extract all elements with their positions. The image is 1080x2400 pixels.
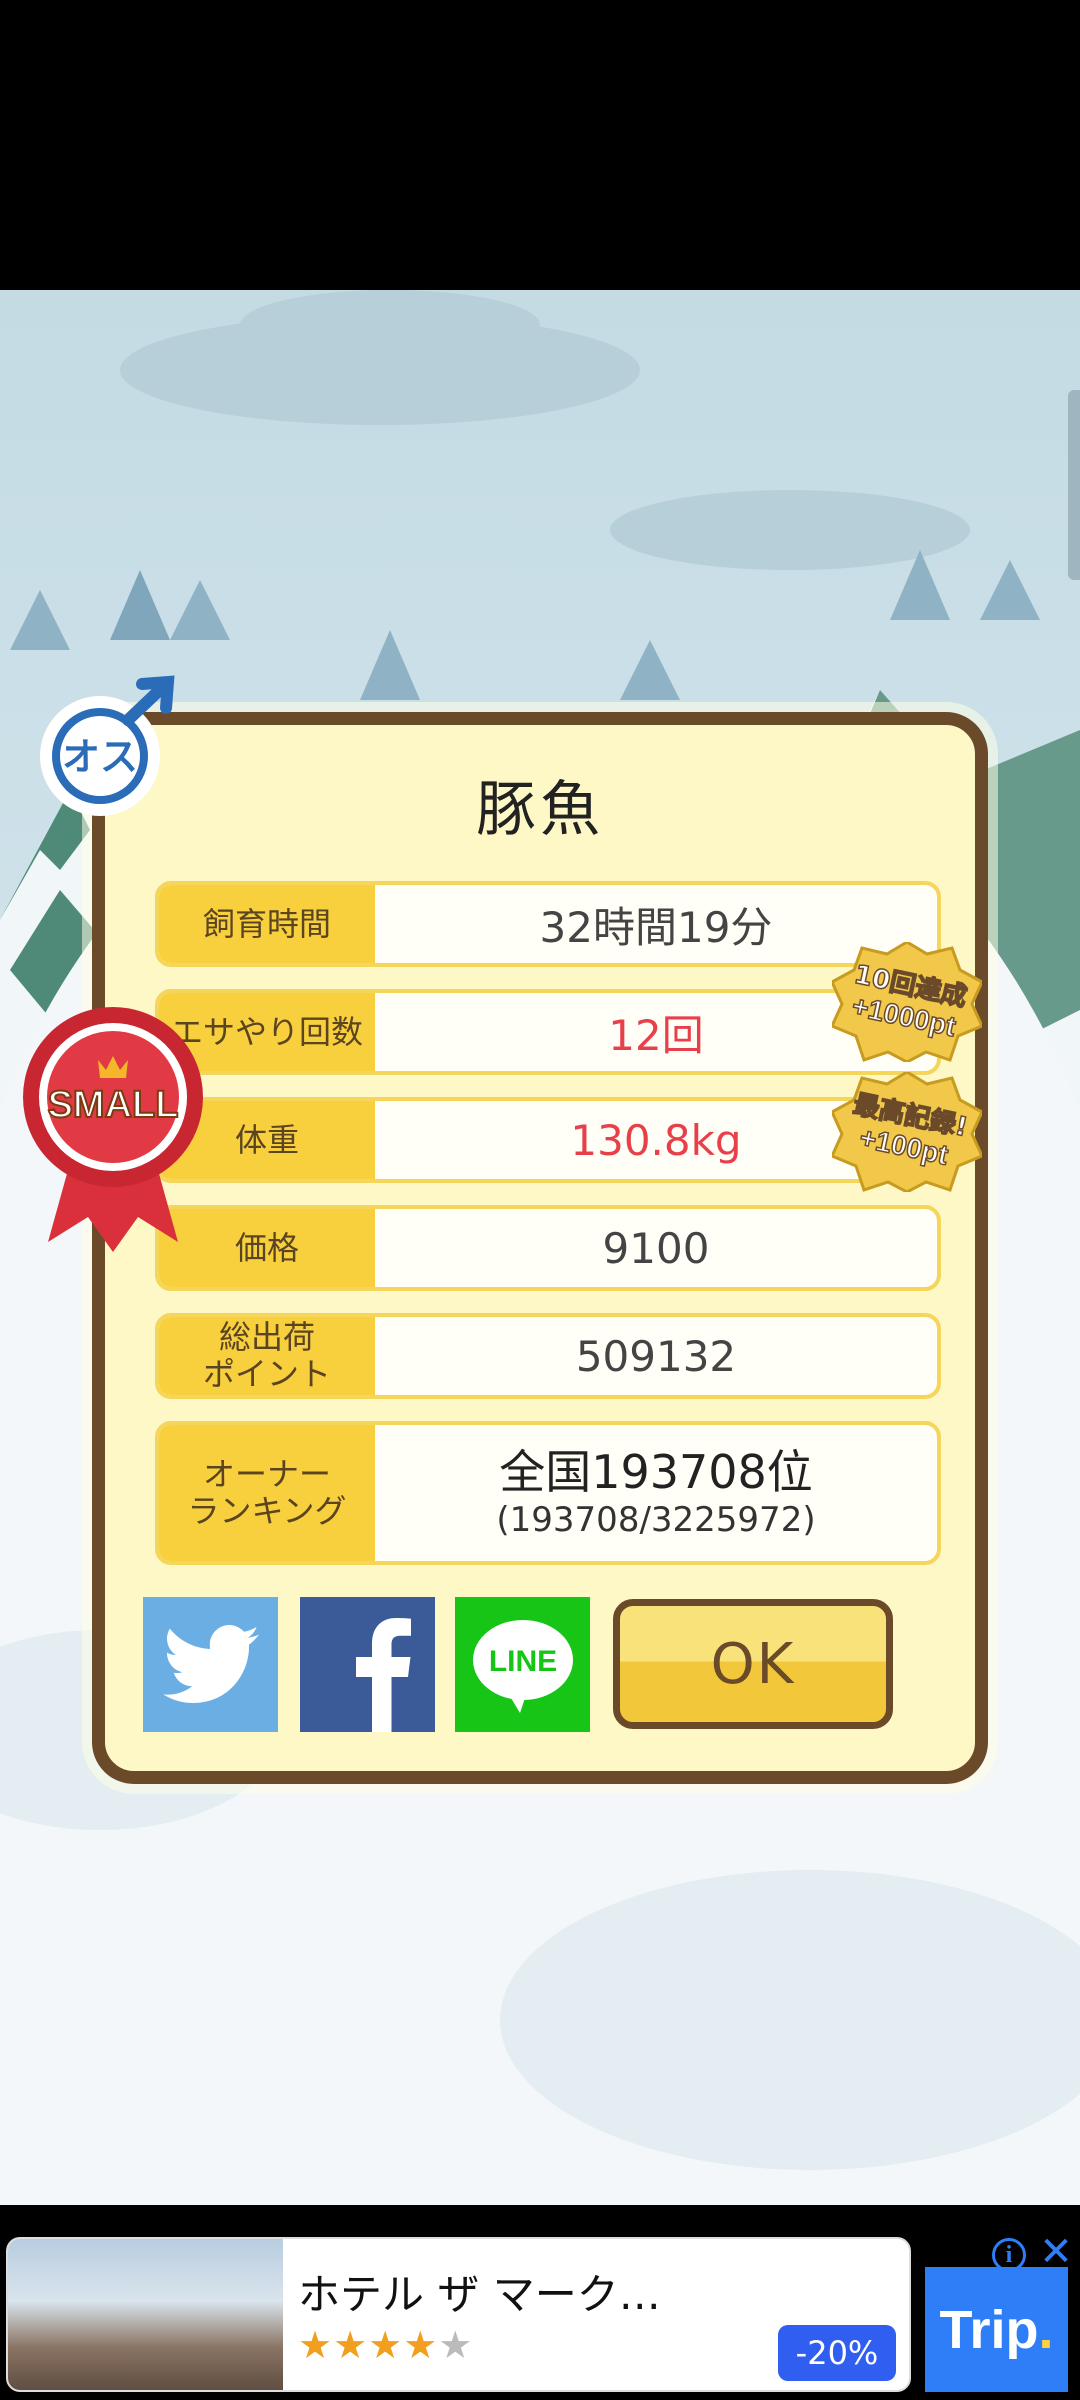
- ok-button[interactable]: OK: [613, 1599, 893, 1729]
- bonus-badge-feeding: 10回達成 +1000pt: [832, 942, 982, 1062]
- row-value: 9100: [602, 1223, 710, 1273]
- row-label: 飼育時間: [159, 885, 375, 963]
- info-row-owner-ranking: オーナー ランキング 全国193708位 (193708/3225972): [155, 1421, 941, 1565]
- line-share-button[interactable]: LINE: [455, 1597, 590, 1732]
- ad-banner: ホテル ザ マーク… ★★★★★ -20% Trip.: [0, 2205, 1080, 2400]
- ad-hotel-image: [8, 2239, 283, 2390]
- stars-filled: ★★★★: [298, 2323, 439, 2367]
- gender-label: オス: [62, 735, 138, 779]
- side-scroll-handle[interactable]: [1068, 390, 1080, 580]
- ranking-main: 全国193708位: [499, 1445, 813, 1499]
- result-dialog: 豚魚 飼育時間 32時間19分 エサやり回数 12回 体重 130.8kg 価格…: [92, 712, 988, 1784]
- ad-title: ホテル ザ マーク…: [298, 2270, 661, 2319]
- ribbon-label: SMALL: [48, 1084, 179, 1126]
- twitter-share-button[interactable]: [143, 1597, 278, 1732]
- info-row-weight: 体重 130.8kg: [155, 1097, 941, 1183]
- row-label: オーナー ランキング: [159, 1425, 375, 1561]
- male-symbol-icon: [122, 675, 175, 726]
- male-gender-badge: オス: [40, 675, 175, 816]
- size-ribbon-small: SMALL: [23, 1007, 203, 1252]
- bonus-badge-record: 最高記録! +100pt: [832, 1072, 982, 1192]
- facebook-share-button[interactable]: [300, 1597, 435, 1732]
- ad-discount-badge: -20%: [778, 2325, 896, 2381]
- status-bar-area: [0, 0, 1080, 290]
- ad-close-icon[interactable]: ✕: [1036, 2232, 1076, 2272]
- info-row-breeding-time: 飼育時間 32時間19分: [155, 881, 941, 967]
- facebook-f-icon: [356, 1618, 411, 1732]
- row-label: 総出荷 ポイント: [159, 1317, 375, 1395]
- twitter-bird-icon: [162, 1624, 259, 1703]
- ranking-sub: (193708/3225972): [496, 1500, 816, 1541]
- ad-card[interactable]: ホテル ザ マーク… ★★★★★ -20%: [6, 2237, 911, 2392]
- ad-logo-dot: .: [1038, 2299, 1054, 2360]
- line-logo-text: LINE: [488, 1645, 556, 1678]
- fish-name-title: 豚魚: [476, 775, 604, 845]
- ranking-value: 全国193708位 (193708/3225972): [375, 1425, 937, 1561]
- row-value: 509132: [575, 1331, 737, 1381]
- ad-rating-stars: ★★★★★: [298, 2323, 473, 2367]
- cloud: [240, 290, 540, 360]
- line-bubble-icon: LINE: [472, 1619, 573, 1713]
- ad-info-icon[interactable]: i: [992, 2238, 1026, 2272]
- ad-brand-logo[interactable]: Trip.: [925, 2267, 1068, 2392]
- info-row-feeding-count: エサやり回数 12回: [155, 989, 941, 1075]
- stars-empty: ★: [438, 2323, 474, 2367]
- info-row-total-points: 総出荷 ポイント 509132: [155, 1313, 941, 1399]
- info-row-price: 価格 9100: [155, 1205, 941, 1291]
- ad-logo-text: Trip: [939, 2299, 1039, 2360]
